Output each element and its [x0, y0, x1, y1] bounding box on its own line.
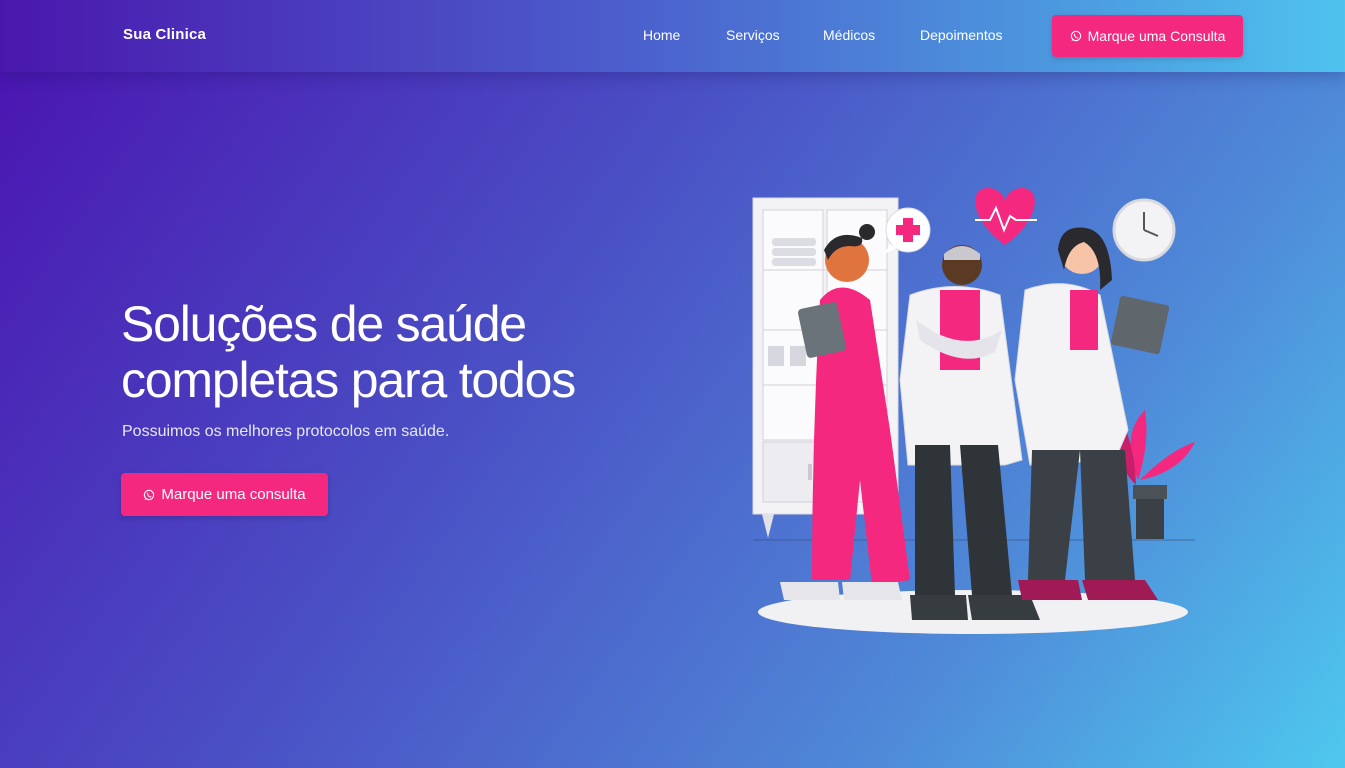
doctors-illustration: [752, 188, 1195, 634]
hero-title-line-1: Soluções de saúde: [121, 296, 527, 352]
hero-title-line-2: completas para todos: [121, 352, 576, 408]
female-doctor-figure: [1014, 227, 1170, 600]
nav-link-depoimentos[interactable]: Depoimentos: [920, 27, 1003, 43]
male-doctor-figure: [899, 245, 1040, 620]
top-navbar: Sua Clinica Home Serviços Médicos Depoim…: [0, 0, 1345, 72]
header-appointment-label: Marque uma Consulta: [1087, 28, 1226, 44]
header-appointment-button[interactable]: Marque uma Consulta: [1052, 15, 1243, 57]
whatsapp-icon: [1070, 30, 1081, 42]
hero-subtitle: Possuimos os melhores protocolos em saúd…: [122, 423, 450, 440]
heart-icon: [975, 188, 1037, 245]
clock-icon: [1112, 198, 1176, 262]
nav-link-medicos[interactable]: Médicos: [823, 27, 875, 43]
whatsapp-icon: [144, 489, 155, 500]
hero-appointment-label: Marque uma consulta: [161, 486, 306, 503]
nav-link-home[interactable]: Home: [643, 27, 680, 43]
hero-title: Soluções de saúde completas para todos: [121, 296, 681, 408]
hero-appointment-button[interactable]: Marque uma consulta: [121, 473, 328, 516]
nav-link-servicos[interactable]: Serviços: [726, 27, 780, 43]
